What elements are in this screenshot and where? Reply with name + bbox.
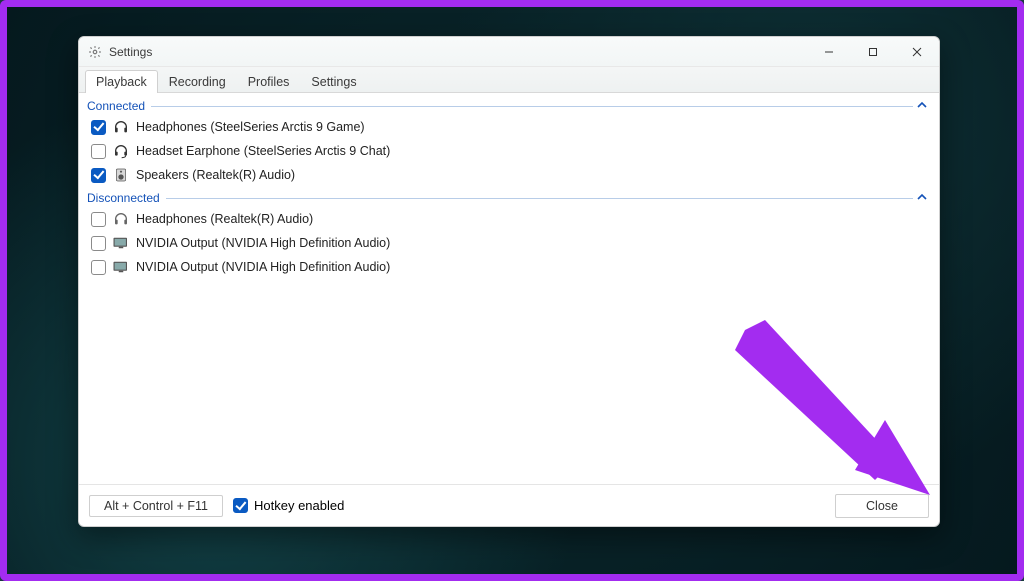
device-label: NVIDIA Output (NVIDIA High Definition Au… <box>136 260 390 274</box>
device-row[interactable]: Headphones (SteelSeries Arctis 9 Game) <box>87 115 931 139</box>
window-title: Settings <box>109 45 152 59</box>
device-checkbox[interactable] <box>91 260 106 275</box>
tab-label: Profiles <box>248 75 290 89</box>
settings-window: Settings Playback Recording Profiles Set… <box>78 36 940 527</box>
monitor-icon <box>112 258 130 276</box>
close-button-label: Close <box>866 499 898 513</box>
device-row[interactable]: Speakers (Realtek(R) Audio) <box>87 163 931 187</box>
checkbox-icon <box>233 498 248 513</box>
section-connected-header[interactable]: Connected <box>87 97 931 115</box>
tab-playback[interactable]: Playback <box>85 70 158 93</box>
window-close-button[interactable] <box>895 37 939 67</box>
tab-recording[interactable]: Recording <box>158 70 237 93</box>
divider <box>166 198 913 199</box>
section-disconnected-header[interactable]: Disconnected <box>87 189 931 207</box>
titlebar[interactable]: Settings <box>79 37 939 67</box>
device-checkbox[interactable] <box>91 212 106 227</box>
device-label: NVIDIA Output (NVIDIA High Definition Au… <box>136 236 390 250</box>
tab-label: Settings <box>311 75 356 89</box>
hotkey-enabled-checkbox[interactable]: Hotkey enabled <box>233 498 344 513</box>
device-checkbox[interactable] <box>91 168 106 183</box>
speaker-icon <box>112 166 130 184</box>
device-checkbox[interactable] <box>91 144 106 159</box>
tab-bar: Playback Recording Profiles Settings <box>79 67 939 93</box>
device-checkbox[interactable] <box>91 236 106 251</box>
close-button[interactable]: Close <box>835 494 929 518</box>
device-row[interactable]: NVIDIA Output (NVIDIA High Definition Au… <box>87 231 931 255</box>
tab-label: Playback <box>96 75 147 89</box>
section-label: Connected <box>87 99 151 113</box>
playback-panel: Connected Headphones (SteelSeries Arctis… <box>79 93 939 484</box>
headphones-icon <box>112 118 130 136</box>
hotkey-input[interactable]: Alt + Control + F11 <box>89 495 223 517</box>
collapse-caret-icon[interactable] <box>913 99 931 113</box>
app-gear-icon <box>87 44 103 60</box>
headset-icon <box>112 142 130 160</box>
hotkey-text: Alt + Control + F11 <box>104 499 208 513</box>
monitor-icon <box>112 234 130 252</box>
headphones-icon <box>112 210 130 228</box>
device-label: Headphones (SteelSeries Arctis 9 Game) <box>136 120 365 134</box>
collapse-caret-icon[interactable] <box>913 191 931 205</box>
device-row[interactable]: Headphones (Realtek(R) Audio) <box>87 207 931 231</box>
maximize-button[interactable] <box>851 37 895 67</box>
tab-profiles[interactable]: Profiles <box>237 70 301 93</box>
device-label: Speakers (Realtek(R) Audio) <box>136 168 295 182</box>
device-row[interactable]: NVIDIA Output (NVIDIA High Definition Au… <box>87 255 931 279</box>
footer: Alt + Control + F11 Hotkey enabled Close <box>79 484 939 526</box>
device-label: Headphones (Realtek(R) Audio) <box>136 212 313 226</box>
tab-settings[interactable]: Settings <box>300 70 367 93</box>
divider <box>151 106 913 107</box>
tab-label: Recording <box>169 75 226 89</box>
section-label: Disconnected <box>87 191 166 205</box>
device-label: Headset Earphone (SteelSeries Arctis 9 C… <box>136 144 390 158</box>
hotkey-enabled-label: Hotkey enabled <box>254 498 344 513</box>
device-row[interactable]: Headset Earphone (SteelSeries Arctis 9 C… <box>87 139 931 163</box>
minimize-button[interactable] <box>807 37 851 67</box>
device-checkbox[interactable] <box>91 120 106 135</box>
